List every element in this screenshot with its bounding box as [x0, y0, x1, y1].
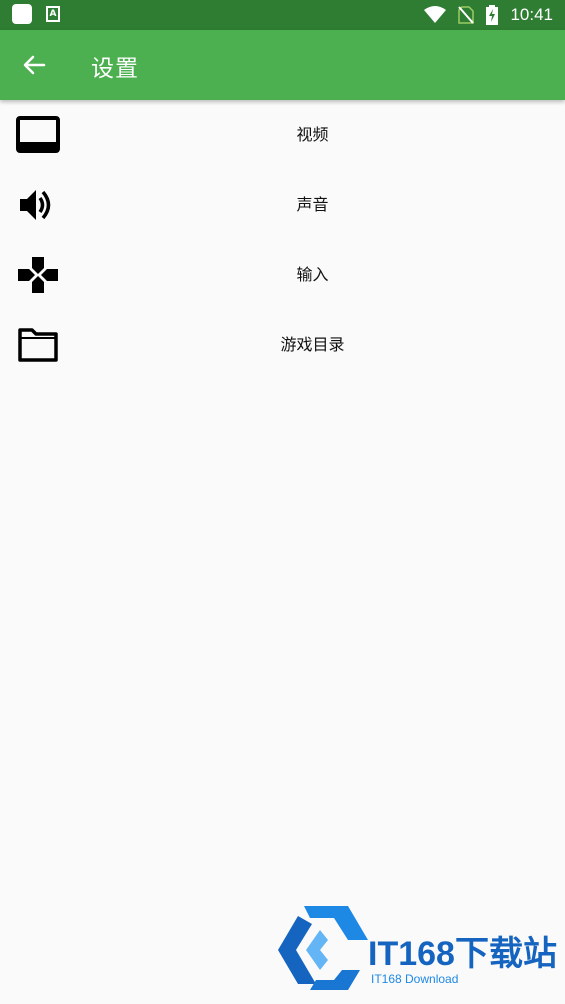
app-square-icon: [12, 4, 32, 24]
watermark-subtext: IT168 Download: [371, 972, 459, 986]
app-bar: 设置: [0, 30, 565, 100]
battery-charging-icon: [486, 5, 499, 25]
page-title: 设置: [91, 56, 139, 82]
arrow-back-icon: [23, 55, 46, 75]
settings-item-game-directory[interactable]: 游戏目录: [0, 310, 565, 380]
back-button[interactable]: [20, 51, 48, 79]
settings-item-label: 视频: [296, 125, 329, 144]
settings-item-label: 游戏目录: [280, 335, 345, 354]
folder-icon: [16, 326, 60, 364]
watermark-text: IT168下载站: [368, 935, 557, 973]
status-bar: A 10:41: [0, 0, 565, 30]
settings-item-label: 输入: [296, 265, 329, 284]
no-sim-icon: [458, 6, 475, 24]
settings-item-audio[interactable]: 声音: [0, 170, 565, 240]
watermark-logo: IT168下载站 IT168 Download: [276, 900, 565, 1000]
speaker-icon: [16, 186, 60, 224]
monitor-icon: [16, 116, 60, 154]
it168-logo-icon: [278, 906, 368, 990]
settings-list: 视频 声音 输入 游戏目录: [0, 100, 565, 380]
gamepad-icon: [16, 256, 60, 294]
settings-item-label: 声音: [296, 195, 329, 214]
settings-item-video[interactable]: 视频: [0, 100, 565, 170]
accessibility-a-icon: A: [46, 6, 60, 22]
settings-item-input[interactable]: 输入: [0, 240, 565, 310]
status-time: 10:41: [510, 5, 553, 24]
wifi-icon: [424, 6, 447, 23]
